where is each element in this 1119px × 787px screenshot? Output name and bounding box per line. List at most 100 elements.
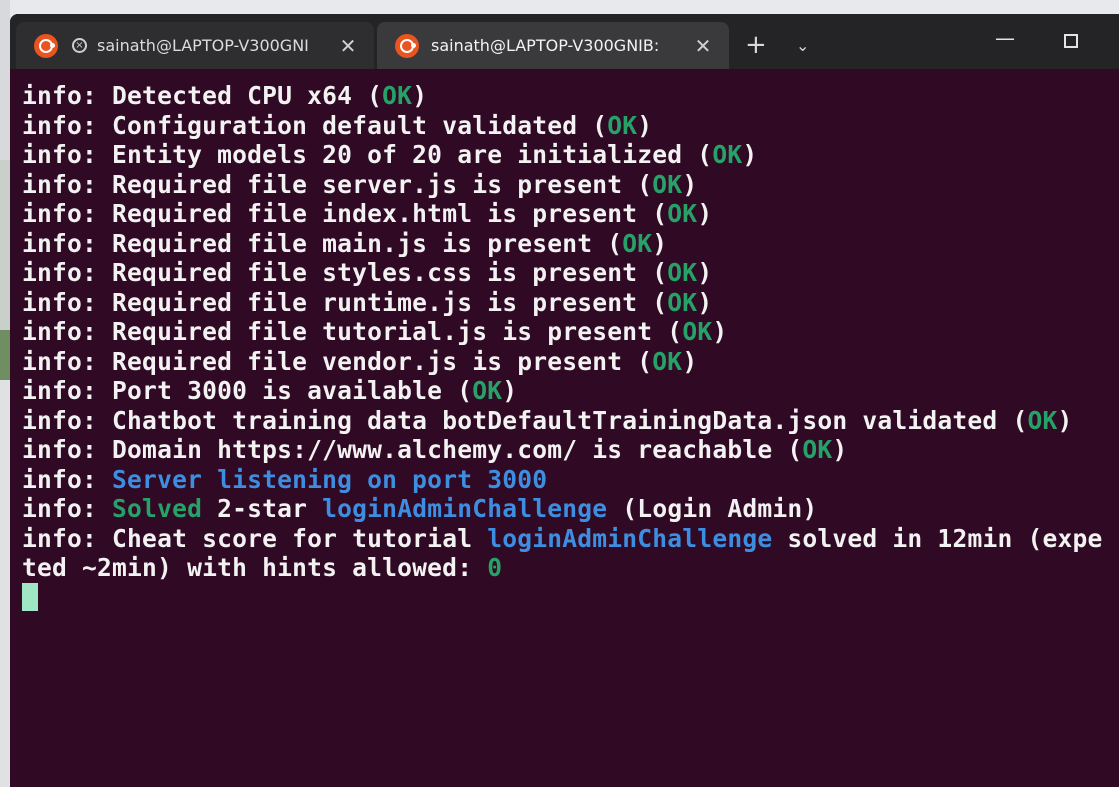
ok-status: OK xyxy=(622,228,653,258)
log-message: Required file vendor.js is present ( xyxy=(112,346,653,376)
log-message: Domain https://www.alchemy.com/ is reach… xyxy=(112,435,803,464)
tab-close-button[interactable]: ✕ xyxy=(689,34,717,58)
log-line: info: Chatbot training data botDefaultTr… xyxy=(10,406,1119,436)
cheat-score-line: info: Cheat score for tutorial loginAdmi… xyxy=(10,524,1119,554)
solved-line: info: Solved 2-star loginAdminChallenge … xyxy=(10,494,1119,524)
log-prefix: info: xyxy=(22,435,113,464)
ok-status: OK xyxy=(667,287,698,317)
cheat-text: Cheat score for tutorial xyxy=(112,523,488,553)
log-message: Required file runtime.js is present ( xyxy=(112,287,668,317)
tab-close-button[interactable]: ✕ xyxy=(334,34,362,58)
solved-text: Solved xyxy=(112,494,203,523)
log-prefix: info: xyxy=(22,494,113,523)
ok-status: OK xyxy=(802,435,833,464)
log-suffix: ) xyxy=(412,81,428,110)
log-message: Required file tutorial.js is present ( xyxy=(112,317,683,346)
log-prefix: info: xyxy=(22,346,113,376)
log-line: info: Required file vendor.js is present… xyxy=(10,347,1119,377)
ubuntu-icon xyxy=(395,33,419,58)
log-suffix: ) xyxy=(697,199,713,228)
ok-status: OK xyxy=(607,110,638,140)
log-message: Port 3000 is available ( xyxy=(112,376,473,405)
ok-status: OK xyxy=(382,81,413,110)
log-line: info: Required file index.html is presen… xyxy=(10,199,1119,229)
log-suffix: ) xyxy=(1057,405,1073,435)
log-message: Required file server.js is present ( xyxy=(112,169,653,199)
ok-status: OK xyxy=(652,169,683,199)
terminal-output[interactable]: info: Detected CPU x64 (OK) info: Configu… xyxy=(10,69,1119,787)
terminal-cursor xyxy=(22,582,38,611)
chevron-down-icon[interactable]: ⌄ xyxy=(796,36,809,55)
tab-title: sainath@LAPTOP-V300GNIB: xyxy=(431,36,660,55)
tab-bar: × sainath@LAPTOP-V300GNI ✕ sainath@LAPTO… xyxy=(10,14,1119,69)
log-message: Chatbot training data botDefaultTraining… xyxy=(112,405,1028,435)
log-message: Entity models 20 of 20 are initialized ( xyxy=(112,140,713,169)
log-message: Required file main.js is present ( xyxy=(112,228,623,258)
log-prefix: info: xyxy=(22,81,113,110)
log-suffix: ) xyxy=(697,258,713,287)
challenge-name: loginAdminChallenge xyxy=(322,494,608,523)
log-prefix: info: xyxy=(22,169,113,199)
terminal-window: × sainath@LAPTOP-V300GNI ✕ sainath@LAPTO… xyxy=(10,14,1119,787)
log-suffix: ) xyxy=(682,346,698,376)
log-prefix: info: xyxy=(22,110,113,140)
log-prefix: info: xyxy=(22,317,113,346)
stars-text: 2-star xyxy=(202,494,323,523)
ok-status: OK xyxy=(667,199,698,228)
log-suffix: ) xyxy=(637,110,653,140)
log-line: info: Domain https://www.alchemy.com/ is… xyxy=(10,435,1119,465)
log-line: info: Entity models 20 of 20 are initial… xyxy=(10,140,1119,170)
log-suffix: ) xyxy=(712,317,728,346)
log-line: info: Required file tutorial.js is prese… xyxy=(10,317,1119,347)
log-message: Configuration default validated ( xyxy=(112,110,608,140)
log-message: Detected CPU x64 ( xyxy=(112,81,383,110)
log-prefix: info: xyxy=(22,228,113,258)
bell-off-icon: × xyxy=(72,38,87,53)
cheat-rest: solved in 12min (expe xyxy=(772,523,1103,553)
log-line: info: Required file runtime.js is presen… xyxy=(10,288,1119,318)
challenge-title: (Login Admin) xyxy=(607,494,818,523)
log-prefix: info: xyxy=(22,376,113,405)
log-suffix: ) xyxy=(652,228,668,258)
ubuntu-icon xyxy=(34,33,58,58)
ok-status: OK xyxy=(667,258,698,287)
log-suffix: ) xyxy=(742,140,758,169)
ok-status: OK xyxy=(712,140,743,169)
log-line: info: Required file main.js is present (… xyxy=(10,229,1119,259)
log-message: Required file index.html is present ( xyxy=(112,199,668,228)
tab-title: sainath@LAPTOP-V300GNI xyxy=(97,36,309,55)
tab-2-active[interactable]: sainath@LAPTOP-V300GNIB: ✕ xyxy=(377,22,729,69)
ok-status: OK xyxy=(652,346,683,376)
cheat-score-value: 0 xyxy=(487,553,503,582)
minimize-button[interactable]: — xyxy=(995,26,1015,50)
log-suffix: ) xyxy=(502,376,518,405)
log-prefix: info: xyxy=(22,199,113,228)
log-prefix: info: xyxy=(22,523,113,553)
log-suffix: ) xyxy=(697,287,713,317)
log-suffix: ) xyxy=(682,169,698,199)
server-listening-line: info: Server listening on port 3000 xyxy=(10,465,1119,495)
ok-status: OK xyxy=(472,376,503,405)
log-prefix: info: xyxy=(22,140,113,169)
desktop-background xyxy=(0,0,10,787)
maximize-button[interactable] xyxy=(1064,34,1078,48)
log-message: Required file styles.css is present ( xyxy=(112,258,668,287)
cheat-score-line-wrap: ted ~2min) with hints allowed: 0 xyxy=(10,553,1119,583)
log-line: info: Required file server.js is present… xyxy=(10,170,1119,200)
log-line: info: Required file styles.css is presen… xyxy=(10,258,1119,288)
ok-status: OK xyxy=(682,317,713,346)
log-line: info: Configuration default validated (O… xyxy=(10,111,1119,141)
cheat-wrap-text: ted ~2min) with hints allowed: xyxy=(22,553,488,582)
tab-1[interactable]: × sainath@LAPTOP-V300GNI ✕ xyxy=(16,22,374,69)
log-prefix: info: xyxy=(22,464,113,494)
log-prefix: info: xyxy=(22,405,113,435)
challenge-name: loginAdminChallenge xyxy=(487,523,773,553)
log-suffix: ) xyxy=(832,435,848,464)
log-prefix: info: xyxy=(22,287,113,317)
log-prefix: info: xyxy=(22,258,113,287)
log-line: info: Port 3000 is available (OK) xyxy=(10,376,1119,406)
log-line: info: Detected CPU x64 (OK) xyxy=(10,81,1119,111)
server-listening-text: Server listening on port 3000 xyxy=(112,464,548,494)
new-tab-button[interactable]: + xyxy=(745,32,767,58)
ok-status: OK xyxy=(1027,405,1058,435)
